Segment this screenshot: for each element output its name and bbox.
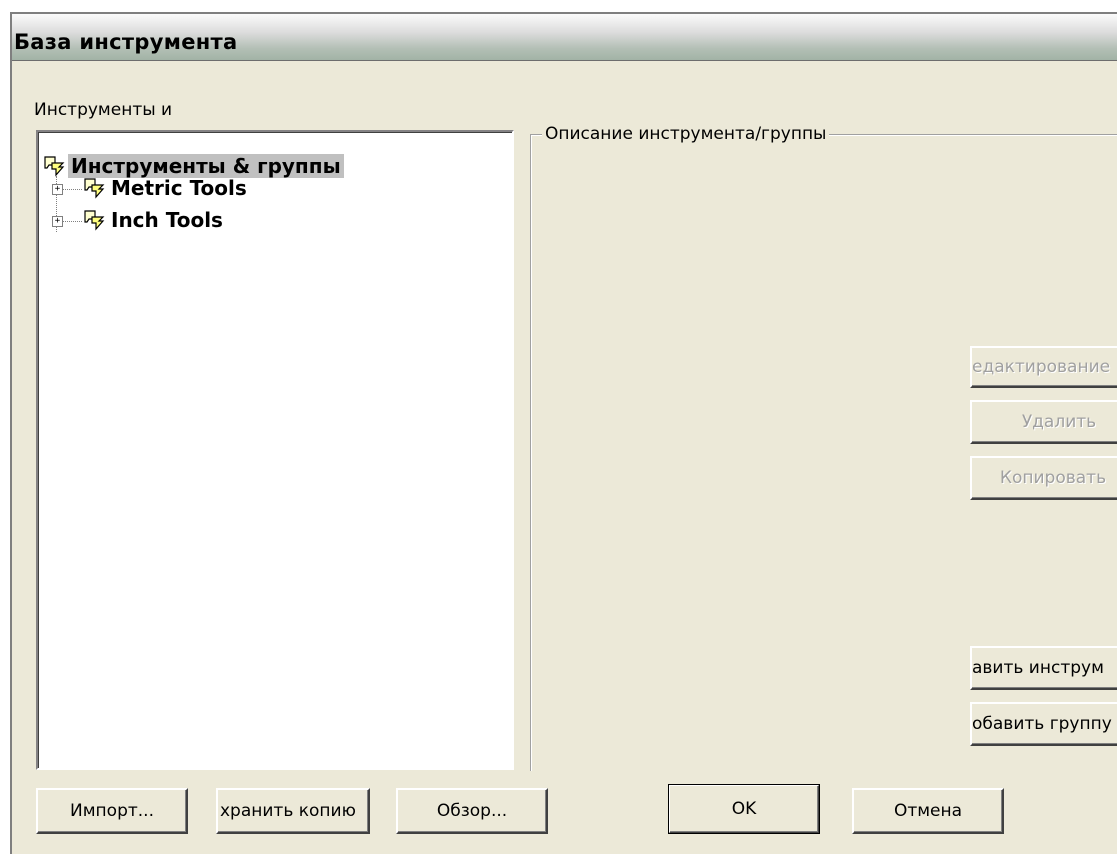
window-title: База инструмента xyxy=(14,30,238,54)
add-tool-button[interactable]: авить инструм xyxy=(970,646,1117,690)
ok-button-label: OK xyxy=(731,799,757,819)
title-bar[interactable]: База инструмента xyxy=(12,14,1117,61)
edit-button[interactable]: едактирование xyxy=(970,346,1117,388)
tool-group-icon xyxy=(84,210,105,231)
copy-button-label: Копировать xyxy=(999,468,1107,488)
ok-button[interactable]: OK xyxy=(668,784,820,834)
tool-tree[interactable]: Инструменты & группы + Metric Tools + In… xyxy=(36,130,514,770)
tree-panel-label: Инструменты и xyxy=(34,100,173,120)
expand-plus-icon[interactable]: + xyxy=(52,184,63,195)
add-group-button-label: обавить группу xyxy=(972,714,1112,734)
tree-item-label: Inch Tools xyxy=(111,208,223,232)
tool-group-icon xyxy=(44,156,65,177)
edit-button-label: едактирование xyxy=(972,357,1111,377)
import-button[interactable]: Импорт... xyxy=(36,788,188,834)
import-button-label: Импорт... xyxy=(70,801,154,821)
browse-button[interactable]: Обзор... xyxy=(396,788,548,834)
cancel-button-label: Отмена xyxy=(893,801,963,821)
cancel-button[interactable]: Отмена xyxy=(852,788,1004,834)
tree-item-label: Metric Tools xyxy=(111,176,247,200)
tree-item-label: Инструменты & группы xyxy=(68,154,344,178)
delete-button[interactable]: Удалить xyxy=(970,400,1117,444)
browse-button-label: Обзор... xyxy=(436,801,508,821)
add-group-button[interactable]: обавить группу xyxy=(970,702,1117,746)
save-copy-button[interactable]: хранить копию xyxy=(216,788,370,834)
expand-plus-icon[interactable]: + xyxy=(52,216,63,227)
copy-button[interactable]: Копировать xyxy=(970,456,1117,500)
tool-group-icon xyxy=(84,178,105,199)
add-tool-button-label: авить инструм xyxy=(972,658,1104,678)
save-copy-button-label: хранить копию xyxy=(220,801,356,821)
tool-database-dialog: База инструмента Инструменты и Инструмен… xyxy=(10,12,1117,854)
delete-button-label: Удалить xyxy=(1021,412,1097,432)
description-groupbox-legend: Описание инструмента/группы xyxy=(542,124,830,144)
